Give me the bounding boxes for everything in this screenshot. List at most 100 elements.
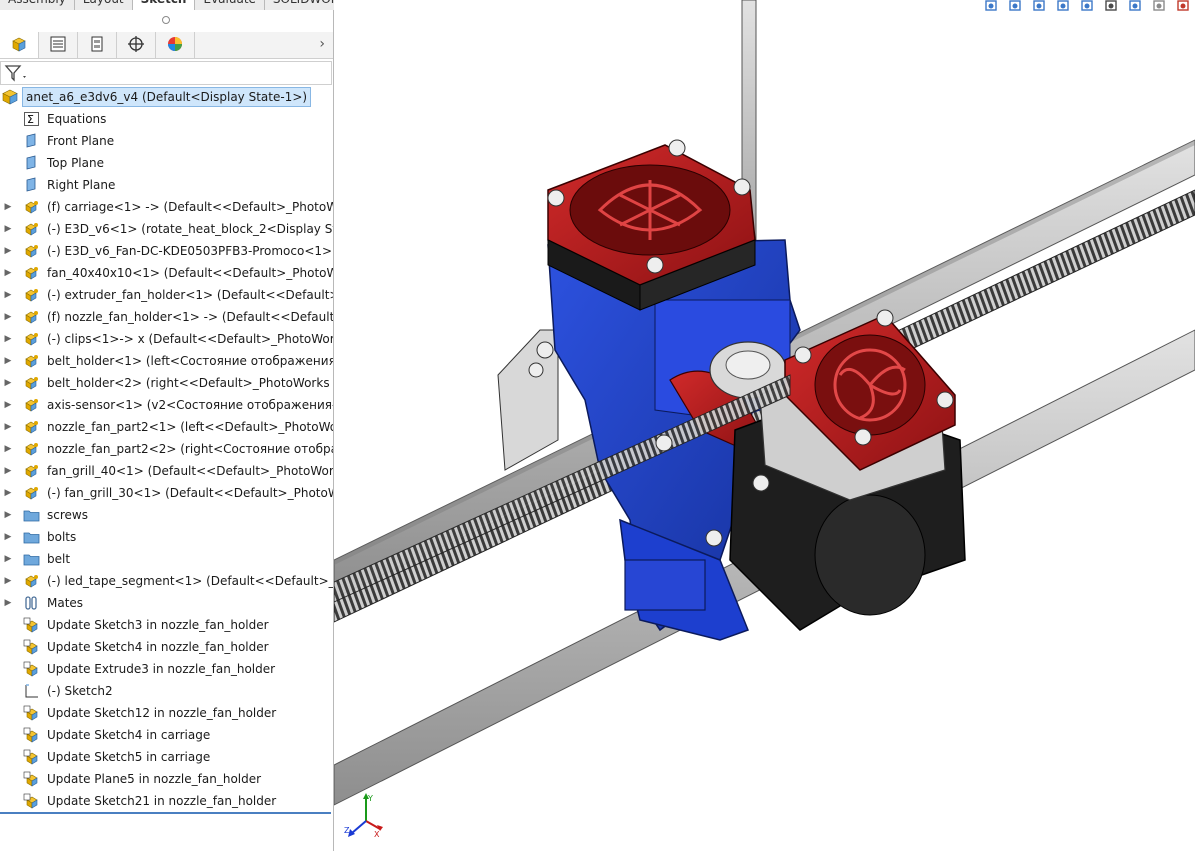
equations-icon: Σ	[23, 111, 40, 127]
graphics-viewport[interactable]: Y X Z	[334, 0, 1195, 851]
expand-arrow-icon[interactable]: ▶	[3, 504, 13, 526]
tree-item[interactable]: ▶ (-) E3D_v6_Fan-DC-KDE0503PFB3-Promoco<1…	[0, 240, 333, 262]
expand-arrow-icon[interactable]: ▶	[3, 394, 13, 416]
tree-item[interactable]: ▶ belt	[0, 548, 333, 570]
expand-arrow-icon[interactable]: ▶	[3, 460, 13, 482]
tree-item[interactable]: ▶ fan_grill_40<1> (Default<<Default>_Phot…	[0, 460, 333, 482]
manager-tab-dimxpert-manager[interactable]	[117, 32, 156, 58]
tree-item-label: fan_grill_40<1> (Default<<Default>_Photo…	[47, 464, 333, 478]
manager-tab-configuration-manager[interactable]	[78, 32, 117, 58]
tree-item[interactable]: ▶ (-) clips<1>-> x (Default<<Default>_Pho…	[0, 328, 333, 350]
expand-arrow-icon[interactable]: ▶	[3, 548, 13, 570]
tree-item-label: axis-sensor<1> (v2<Состояние отображения…	[47, 398, 333, 412]
tree-item[interactable]: ▶ screws	[0, 504, 333, 526]
manager-tab-display-manager[interactable]	[156, 32, 195, 58]
display-manager-icon	[165, 35, 185, 56]
tree-item-label: belt_holder<2> (right<<Default>_PhotoWor…	[47, 376, 333, 390]
update-icon	[23, 771, 40, 787]
folder-icon	[23, 507, 40, 523]
expand-arrow-icon[interactable]: ▶	[3, 372, 13, 394]
tree-item[interactable]: ▶ fan_40x40x10<1> (Default<<Default>_Phot…	[0, 262, 333, 284]
expand-arrow-icon[interactable]: ▶	[3, 592, 13, 614]
tree-item[interactable]: ▶ (f) carriage<1> -> (Default<<Default>_P…	[0, 196, 333, 218]
expand-arrow-icon[interactable]: ▶	[3, 416, 13, 438]
mates-icon	[23, 595, 40, 611]
tree-item[interactable]: Update Sketch5 in carriage	[0, 746, 333, 768]
dimxpert-manager-icon	[126, 35, 146, 56]
tree-item[interactable]: ▶ (-) fan_grill_30<1> (Default<<Default>_…	[0, 482, 333, 504]
expand-arrow-icon[interactable]: ▶	[3, 350, 13, 372]
tree-item[interactable]: (-) Sketch2	[0, 680, 333, 702]
configuration-manager-icon	[87, 35, 107, 56]
coordinate-triad: Y X Z	[344, 793, 383, 839]
tree-item[interactable]: Front Plane	[0, 130, 333, 152]
tree-item[interactable]: Update Extrude3 in nozzle_fan_holder	[0, 658, 333, 680]
tree-item[interactable]: ▶ bolts	[0, 526, 333, 548]
expand-arrow-icon[interactable]: ▶	[3, 570, 13, 592]
tree-item-label: Update Sketch21 in nozzle_fan_holder	[47, 794, 277, 808]
tree-root-assembly[interactable]: anet_a6_e3dv6_v4 (Default<Display State-…	[0, 86, 333, 108]
tree-item-label: Update Sketch4 in nozzle_fan_holder	[47, 640, 269, 654]
expand-arrow-icon[interactable]: ▶	[3, 306, 13, 328]
manager-tab-property-manager[interactable]	[39, 32, 78, 58]
triad-axis-x: X	[374, 830, 380, 839]
tree-item-label: Front Plane	[47, 134, 115, 148]
tree-item[interactable]: Σ Equations	[0, 108, 333, 130]
expand-arrow-icon[interactable]: ▶	[3, 218, 13, 240]
panel-grip-icon[interactable]	[162, 16, 170, 24]
expand-arrow-icon[interactable]: ▶	[3, 240, 13, 262]
folder-icon	[23, 551, 40, 567]
folder-icon	[23, 529, 40, 545]
chevron-right-icon[interactable]: ›	[319, 36, 325, 52]
tree-item[interactable]: ▶ (-) E3D_v6<1> (rotate_heat_block_2<Disp…	[0, 218, 333, 240]
update-icon	[23, 705, 40, 721]
sketch-icon	[23, 683, 40, 699]
tree-item-label: Update Sketch12 in nozzle_fan_holder	[47, 706, 277, 720]
part-icon	[23, 287, 40, 303]
command-tab-sketch[interactable]: Sketch	[132, 0, 196, 10]
tree-item[interactable]: ▶ (-) led_tape_segment<1> (Default<<Defau…	[0, 570, 333, 592]
plane-icon	[23, 133, 40, 149]
tree-item[interactable]: Update Sketch21 in nozzle_fan_holder	[0, 790, 333, 812]
tree-item[interactable]: ▶ nozzle_fan_part2<1> (left<<Default>_Pho…	[0, 416, 333, 438]
tree-item[interactable]: Update Plane5 in nozzle_fan_holder	[0, 768, 333, 790]
tree-item[interactable]: Right Plane	[0, 174, 333, 196]
tree-item-label: Equations	[47, 112, 107, 126]
3d-model-view[interactable]	[334, 0, 1195, 851]
property-manager-icon	[48, 35, 68, 56]
tree-item[interactable]: ▶ axis-sensor<1> (v2<Состояние отображени…	[0, 394, 333, 416]
manager-tab-feature-manager[interactable]	[0, 32, 39, 58]
expand-arrow-icon[interactable]: ▶	[3, 196, 13, 218]
tree-item[interactable]: ▶ (-) extruder_fan_holder<1> (Default<<De…	[0, 284, 333, 306]
command-tab-evaluate[interactable]: Evaluate	[195, 0, 265, 10]
expand-arrow-icon[interactable]: ▶	[3, 284, 13, 306]
tree-item[interactable]: ▶ nozzle_fan_part2<2> (right<Состояние от…	[0, 438, 333, 460]
tree-item-label: (-) clips<1>-> x (Default<<Default>_Phot…	[47, 332, 333, 346]
tree-item[interactable]: ▶ belt_holder<2> (right<<Default>_PhotoWo…	[0, 372, 333, 394]
expand-arrow-icon[interactable]: ▶	[3, 482, 13, 504]
part-icon	[23, 441, 40, 457]
expand-arrow-icon[interactable]: ▶	[3, 438, 13, 460]
tree-item[interactable]: Update Sketch4 in carriage	[0, 724, 333, 746]
tree-filter-bar[interactable]	[0, 61, 332, 85]
tree-item[interactable]: Update Sketch12 in nozzle_fan_holder	[0, 702, 333, 724]
expand-arrow-icon[interactable]: ▶	[3, 328, 13, 350]
part-icon	[23, 221, 40, 237]
feature-tree: anet_a6_e3dv6_v4 (Default<Display State-…	[0, 86, 333, 812]
tree-item[interactable]: Top Plane	[0, 152, 333, 174]
tree-item-label: Top Plane	[47, 156, 104, 170]
expand-arrow-icon[interactable]: ▶	[3, 526, 13, 548]
filter-icon[interactable]	[4, 64, 30, 82]
tree-item[interactable]: ▶ belt_holder<1> (left<Состояние отображе…	[0, 350, 333, 372]
expand-arrow-icon[interactable]: ▶	[3, 262, 13, 284]
update-icon	[23, 617, 40, 633]
tree-item[interactable]: ▶ (f) nozzle_fan_holder<1> -> (Default<<D…	[0, 306, 333, 328]
tree-item[interactable]: ▶ Mates	[0, 592, 333, 614]
tree-item[interactable]: Update Sketch4 in nozzle_fan_holder	[0, 636, 333, 658]
tree-item-label: Right Plane	[47, 178, 116, 192]
command-tab-assembly[interactable]: Assembly	[0, 0, 75, 10]
tree-item[interactable]: Update Sketch3 in nozzle_fan_holder	[0, 614, 333, 636]
command-tab-layout[interactable]: Layout	[74, 0, 133, 10]
tree-item-label: nozzle_fan_part2<1> (left<<Default>_Phot…	[47, 420, 333, 434]
part-icon	[23, 243, 40, 259]
